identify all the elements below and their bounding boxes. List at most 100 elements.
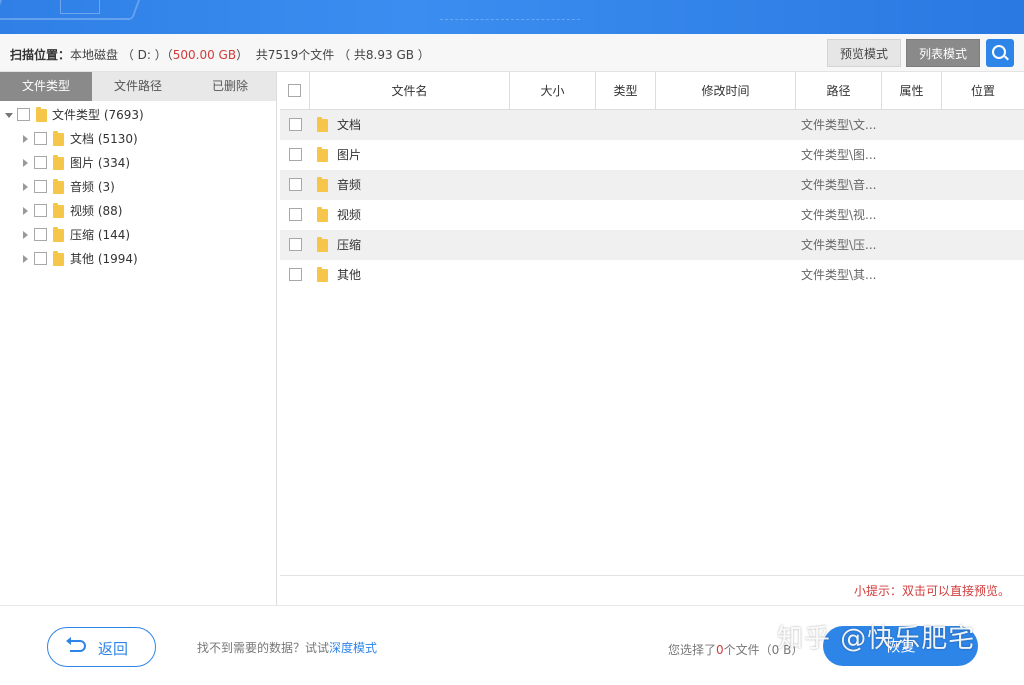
tree-item-checkbox[interactable] bbox=[34, 180, 47, 193]
deep-mode-tip-text: 找不到需要的数据？试试 bbox=[197, 641, 330, 655]
column-header-name[interactable]: 文件名 bbox=[310, 72, 510, 110]
row-checkbox[interactable] bbox=[289, 208, 302, 221]
watermark: 知乎 @快乐肥宅 bbox=[777, 624, 976, 654]
left-panel: 文件类型 文件路径 已删除 文件类型 (7693) 文档 (5130) 图片 (… bbox=[0, 72, 277, 605]
tree-item-images[interactable]: 图片 (334) bbox=[0, 151, 276, 175]
tree-item-checkbox[interactable] bbox=[34, 156, 47, 169]
tab-file-type[interactable]: 文件类型 bbox=[0, 72, 92, 101]
folder-icon bbox=[36, 107, 47, 122]
select-all-checkbox[interactable] bbox=[288, 84, 301, 97]
column-header-type[interactable]: 类型 bbox=[596, 72, 656, 110]
row-checkbox[interactable] bbox=[289, 148, 302, 161]
scan-size-close: ） bbox=[236, 48, 249, 62]
scan-info-bar: 扫描位置：本地磁盘 （ D: ）（500.00 GB） 共7519个文件 （ 共… bbox=[0, 34, 1024, 72]
select-all-cell bbox=[280, 72, 310, 110]
table-row[interactable]: 音频 文件类型\音... bbox=[280, 170, 1024, 200]
row-name: 其他 bbox=[337, 268, 362, 282]
row-checkbox[interactable] bbox=[289, 268, 302, 281]
list-mode-button[interactable]: 列表模式 bbox=[906, 39, 980, 67]
folder-icon bbox=[53, 179, 64, 194]
row-checkbox[interactable] bbox=[289, 178, 302, 191]
folder-icon bbox=[317, 207, 328, 222]
folder-icon bbox=[53, 227, 64, 242]
file-type-tree: 文件类型 (7693) 文档 (5130) 图片 (334) 音频 (3) 视频… bbox=[0, 101, 276, 271]
banner-dots bbox=[440, 0, 580, 20]
table-row[interactable]: 图片 文件类型\图... bbox=[280, 140, 1024, 170]
return-arrow-icon bbox=[66, 637, 86, 652]
deep-mode-link[interactable]: 深度模式 bbox=[329, 641, 377, 655]
expand-right-icon[interactable] bbox=[23, 183, 28, 191]
row-path: 文件类型\音... bbox=[801, 178, 877, 192]
back-button[interactable]: 返回 bbox=[47, 627, 156, 667]
tree-item-label: 文档 (5130) bbox=[70, 132, 138, 146]
folder-icon bbox=[317, 117, 328, 132]
row-name: 音频 bbox=[337, 178, 362, 192]
row-path: 文件类型\压... bbox=[801, 238, 877, 252]
folder-icon bbox=[53, 251, 64, 266]
tab-deleted[interactable]: 已删除 bbox=[184, 72, 276, 101]
expand-right-icon[interactable] bbox=[23, 159, 28, 167]
tree-item-archives[interactable]: 压缩 (144) bbox=[0, 223, 276, 247]
folder-icon bbox=[53, 203, 64, 218]
search-icon-handle bbox=[1004, 55, 1009, 61]
folder-icon bbox=[317, 177, 328, 192]
tree-item-label: 图片 (334) bbox=[70, 156, 131, 170]
table-row[interactable]: 其他 文件类型\其... bbox=[280, 260, 1024, 290]
table-row[interactable]: 视频 文件类型\视... bbox=[280, 200, 1024, 230]
expand-right-icon[interactable] bbox=[23, 255, 28, 263]
scan-location-label: 扫描位置： bbox=[10, 48, 71, 62]
table-header: 文件名 大小 类型 修改时间 路径 属性 位置 bbox=[280, 72, 1024, 110]
row-name: 图片 bbox=[337, 148, 362, 162]
folder-icon bbox=[53, 131, 64, 146]
tree-item-documents[interactable]: 文档 (5130) bbox=[0, 127, 276, 151]
tree-item-checkbox[interactable] bbox=[34, 132, 47, 145]
row-name: 压缩 bbox=[337, 238, 362, 252]
file-list-panel: 文件名 大小 类型 修改时间 路径 属性 位置 文档 文件类型\文... 图片 … bbox=[280, 72, 1024, 605]
expand-right-icon[interactable] bbox=[23, 207, 28, 215]
scan-location: 扫描位置：本地磁盘 （ D: ）（500.00 GB） 共7519个文件 （ 共… bbox=[10, 46, 430, 63]
deep-mode-tip: 找不到需要的数据？试试深度模式 bbox=[197, 639, 377, 656]
tree-root-checkbox[interactable] bbox=[17, 108, 30, 121]
left-tabs: 文件类型 文件路径 已删除 bbox=[0, 72, 276, 101]
table-row[interactable]: 文档 文件类型\文... bbox=[280, 110, 1024, 140]
tree-item-checkbox[interactable] bbox=[34, 228, 47, 241]
column-header-size[interactable]: 大小 bbox=[510, 72, 596, 110]
top-banner bbox=[0, 0, 1024, 34]
preview-mode-button[interactable]: 预览模式 bbox=[827, 39, 901, 67]
row-path: 文件类型\文... bbox=[801, 118, 877, 132]
row-checkbox[interactable] bbox=[289, 238, 302, 251]
row-name: 文档 bbox=[337, 118, 362, 132]
tree-item-other[interactable]: 其他 (1994) bbox=[0, 247, 276, 271]
folder-icon bbox=[317, 267, 328, 282]
tree-item-video[interactable]: 视频 (88) bbox=[0, 199, 276, 223]
folder-icon bbox=[317, 147, 328, 162]
banner-decoration-2 bbox=[60, 0, 100, 14]
tree-item-checkbox[interactable] bbox=[34, 252, 47, 265]
expand-down-icon[interactable] bbox=[5, 113, 13, 118]
scan-total-files: 共7519个文件 （ 共8.93 GB ） bbox=[255, 48, 430, 62]
search-button[interactable] bbox=[986, 39, 1014, 67]
footer-bar: 返回 找不到需要的数据？试试深度模式 您选择了0个文件（0 B） 恢复 知乎 @… bbox=[0, 605, 1024, 685]
scan-location-value: 本地磁盘 （ D: ）（ bbox=[70, 48, 173, 62]
tree-item-audio[interactable]: 音频 (3) bbox=[0, 175, 276, 199]
expand-right-icon[interactable] bbox=[23, 231, 28, 239]
selection-prefix: 您选择了 bbox=[668, 643, 717, 657]
tree-root[interactable]: 文件类型 (7693) bbox=[0, 103, 276, 127]
row-checkbox[interactable] bbox=[289, 118, 302, 131]
column-header-modified[interactable]: 修改时间 bbox=[656, 72, 796, 110]
tab-file-path[interactable]: 文件路径 bbox=[92, 72, 184, 101]
tree-item-checkbox[interactable] bbox=[34, 204, 47, 217]
tree-item-label: 压缩 (144) bbox=[70, 228, 131, 242]
selection-count: 0 bbox=[716, 643, 724, 657]
expand-right-icon[interactable] bbox=[23, 135, 28, 143]
table-row[interactable]: 压缩 文件类型\压... bbox=[280, 230, 1024, 260]
tree-root-label: 文件类型 (7693) bbox=[52, 108, 144, 122]
column-header-attributes[interactable]: 属性 bbox=[882, 72, 942, 110]
tree-item-label: 视频 (88) bbox=[70, 204, 123, 218]
hint-text: 小提示：双击可以直接预览。 bbox=[280, 575, 1024, 605]
folder-icon bbox=[317, 237, 328, 252]
tree-item-label: 其他 (1994) bbox=[70, 252, 138, 266]
back-button-label: 返回 bbox=[98, 640, 129, 658]
column-header-location[interactable]: 位置 bbox=[942, 72, 1024, 110]
column-header-path[interactable]: 路径 bbox=[796, 72, 882, 110]
